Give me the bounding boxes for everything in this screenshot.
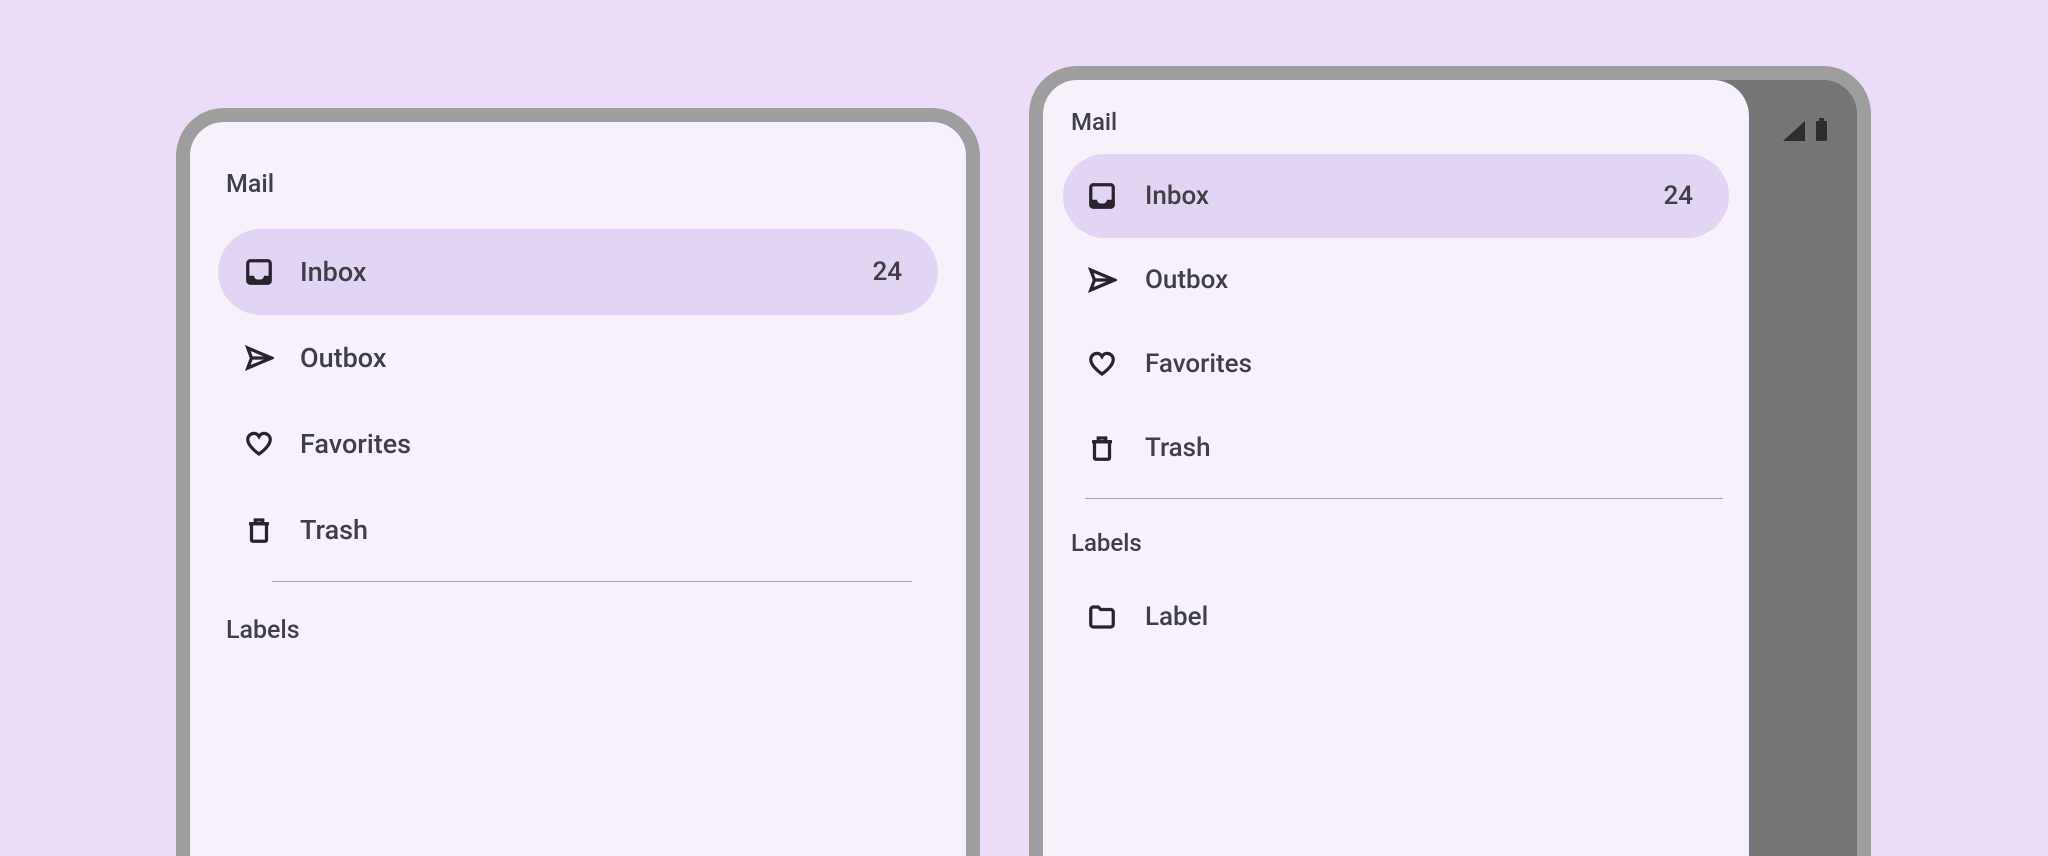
nav-item-label: Trash bbox=[1145, 433, 1693, 463]
trash-icon bbox=[1087, 433, 1117, 463]
send-icon bbox=[244, 343, 274, 373]
folder-icon bbox=[1087, 602, 1117, 632]
signal-icon bbox=[1782, 120, 1806, 146]
device-frame-right: Mail Inbox 24 Outbox Favorites bbox=[1029, 66, 1871, 856]
nav-item-label: Favorites bbox=[300, 428, 902, 460]
nav-drawer-left: Mail Inbox 24 Outbox Favorites Trash bbox=[190, 122, 966, 645]
section-header-mail: Mail bbox=[1063, 108, 1729, 136]
trash-icon bbox=[244, 515, 274, 545]
nav-item-inbox[interactable]: Inbox 24 bbox=[218, 229, 938, 315]
nav-divider bbox=[1085, 498, 1723, 499]
nav-item-label: Inbox bbox=[300, 256, 872, 288]
inbox-icon bbox=[1087, 181, 1117, 211]
nav-item-label: Outbox bbox=[300, 342, 902, 374]
inbox-icon bbox=[244, 257, 274, 287]
heart-icon bbox=[1087, 349, 1117, 379]
section-header-labels: Labels bbox=[1063, 529, 1729, 557]
nav-item-label: Favorites bbox=[1145, 349, 1693, 379]
nav-drawer-right: Mail Inbox 24 Outbox Favorites bbox=[1043, 80, 1749, 856]
nav-item-outbox[interactable]: Outbox bbox=[1063, 238, 1729, 322]
nav-item-outbox[interactable]: Outbox bbox=[218, 315, 938, 401]
nav-item-label: Trash bbox=[300, 514, 902, 546]
nav-item-badge: 24 bbox=[872, 257, 902, 287]
device-frame-left: Mail Inbox 24 Outbox Favorites Trash bbox=[176, 108, 980, 856]
section-header-mail: Mail bbox=[218, 170, 938, 199]
nav-item-label-1[interactable]: Label bbox=[1063, 575, 1729, 659]
status-bar bbox=[1782, 120, 1829, 146]
nav-item-trash[interactable]: Trash bbox=[1063, 406, 1729, 490]
nav-item-favorites[interactable]: Favorites bbox=[218, 401, 938, 487]
section-header-labels: Labels bbox=[218, 616, 938, 645]
send-icon bbox=[1087, 265, 1117, 295]
nav-item-label: Outbox bbox=[1145, 265, 1693, 295]
nav-item-badge: 24 bbox=[1663, 181, 1693, 211]
nav-item-label: Label bbox=[1145, 602, 1693, 632]
heart-icon bbox=[244, 429, 274, 459]
nav-item-label: Inbox bbox=[1145, 181, 1663, 211]
nav-divider bbox=[272, 581, 912, 582]
nav-item-favorites[interactable]: Favorites bbox=[1063, 322, 1729, 406]
nav-item-trash[interactable]: Trash bbox=[218, 487, 938, 573]
nav-item-inbox[interactable]: Inbox 24 bbox=[1063, 154, 1729, 238]
battery-icon bbox=[1814, 118, 1829, 146]
